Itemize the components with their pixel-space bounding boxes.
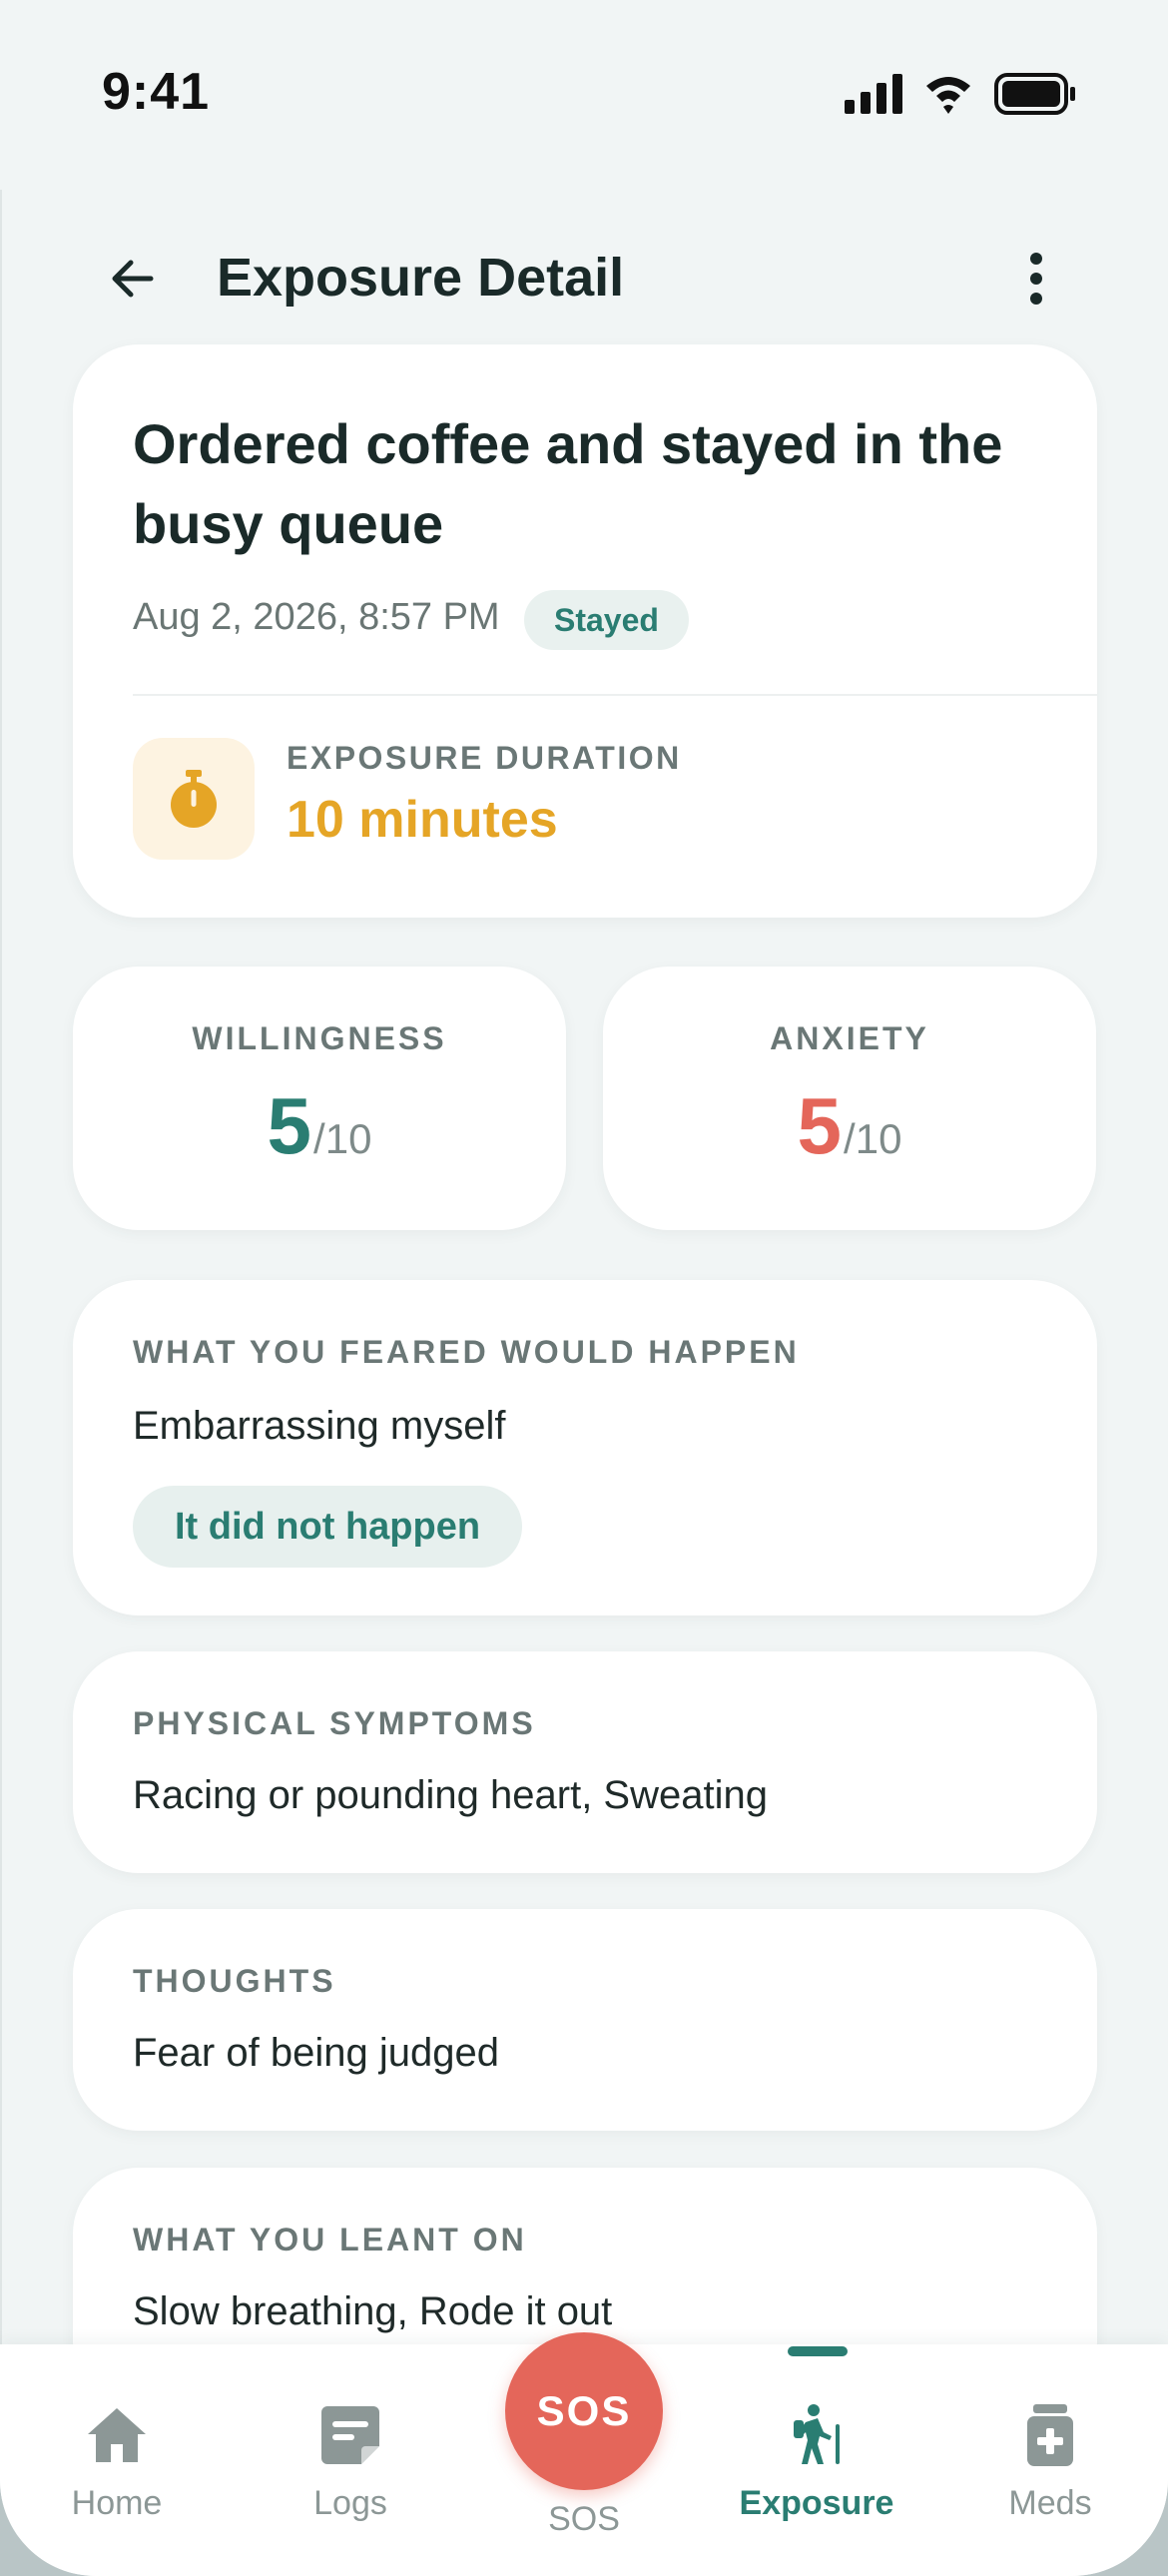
coping-label: WHAT YOU LEANT ON xyxy=(133,2222,527,2257)
home-icon xyxy=(88,2408,146,2462)
feared-value: Embarrassing myself xyxy=(133,1404,506,1448)
phone-screen: 9:41 Exposure Detail Ordered coffee and … xyxy=(0,0,1168,2576)
exposure-date: Aug 2, 2026, 8:57 PM xyxy=(133,596,500,638)
outcome-badge: It did not happen xyxy=(133,1486,523,1568)
willingness-max: /10 xyxy=(313,1115,372,1162)
battery-icon xyxy=(994,73,1075,115)
medication-icon xyxy=(1027,2404,1073,2466)
cellular-signal-icon xyxy=(845,74,902,114)
willingness-score: 5/10 xyxy=(73,1076,566,1199)
anxiety-label: ANXIETY xyxy=(770,1020,929,1056)
willingness-card: WILLINGNESS 5/10 xyxy=(73,966,566,1230)
coping-value: Slow breathing, Rode it out xyxy=(133,2289,613,2333)
anxiety-card: ANXIETY 5/10 xyxy=(603,966,1096,1230)
willingness-value: 5 xyxy=(267,1081,312,1170)
more-vertical-icon xyxy=(1030,253,1042,305)
anxiety-score: 5/10 xyxy=(603,1076,1096,1199)
status-icons xyxy=(845,73,1075,115)
page-title: Exposure Detail xyxy=(217,248,625,308)
divider xyxy=(133,694,1097,696)
wifi-icon xyxy=(926,77,970,114)
physical-symptoms-card: PHYSICAL SYMPTOMS Racing or pounding hea… xyxy=(73,1651,1097,1873)
feared-outcome-card: WHAT YOU FEARED WOULD HAPPEN Embarrassin… xyxy=(73,1280,1097,1615)
duration-value: 10 minutes xyxy=(287,791,558,849)
thoughts-value: Fear of being judged xyxy=(133,2031,499,2075)
active-tab-indicator xyxy=(788,2346,848,2356)
exposure-title: Ordered coffee and stayed in the busy qu… xyxy=(133,412,1003,555)
more-options-button[interactable] xyxy=(998,236,1074,322)
nav-label-sos: SOS xyxy=(548,2500,620,2538)
symptoms-label: PHYSICAL SYMPTOMS xyxy=(133,1705,536,1741)
duration-label: EXPOSURE DURATION xyxy=(287,740,682,776)
duration-icon-box xyxy=(133,738,255,860)
exposure-summary-card: Ordered coffee and stayed in the busy qu… xyxy=(73,344,1097,918)
anxiety-value: 5 xyxy=(797,1081,843,1170)
status-bar: 9:41 xyxy=(0,0,1168,190)
screen-edge xyxy=(0,190,2,2576)
logs-icon xyxy=(321,2406,379,2464)
feared-label: WHAT YOU FEARED WOULD HAPPEN xyxy=(133,1334,800,1370)
thoughts-card: THOUGHTS Fear of being judged xyxy=(73,1909,1097,2131)
anxiety-max: /10 xyxy=(844,1115,902,1162)
symptoms-value: Racing or pounding heart, Sweating xyxy=(133,1773,768,1817)
status-badge: Stayed xyxy=(524,590,689,650)
willingness-label: WILLINGNESS xyxy=(192,1020,447,1056)
hiker-icon xyxy=(794,2404,840,2464)
arrow-left-icon xyxy=(112,260,154,298)
back-button[interactable] xyxy=(90,236,176,322)
thoughts-label: THOUGHTS xyxy=(133,1963,336,1999)
sos-button[interactable]: SOS xyxy=(505,2332,663,2490)
stopwatch-icon xyxy=(171,770,217,828)
status-time: 9:41 xyxy=(102,63,211,121)
